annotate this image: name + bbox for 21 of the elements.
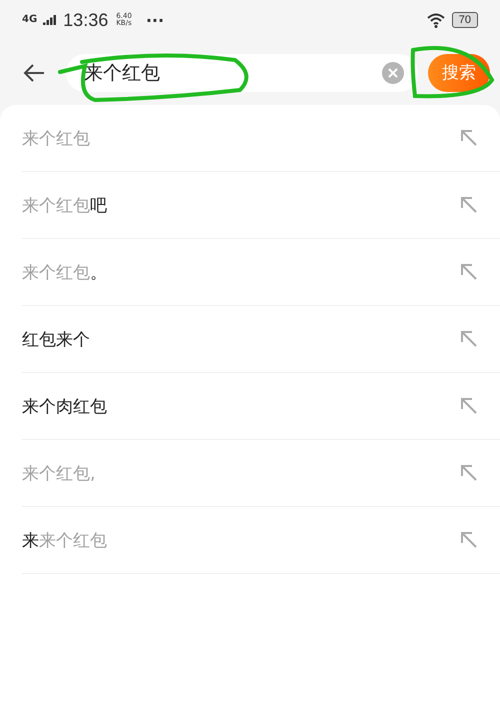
fill-in-arrow-icon — [460, 196, 478, 214]
wifi-icon — [426, 12, 446, 28]
fill-in-arrow-icon — [460, 397, 478, 415]
fill-in-arrow-icon — [460, 464, 478, 482]
more-indicator: ··· — [146, 10, 164, 30]
clock-time: 13:36 — [63, 10, 108, 30]
back-arrow-icon — [22, 62, 46, 82]
clear-icon — [382, 62, 404, 84]
fill-in-arrow-icon — [460, 129, 478, 147]
suggestion-item[interactable]: 来个红包。 — [22, 260, 460, 284]
network-type: 4G — [22, 15, 38, 25]
suggestion-item[interactable]: 来个红包吧 — [22, 194, 460, 216]
suggestion-item[interactable]: 红包来个 — [22, 328, 460, 350]
fill-in-arrow-icon — [460, 531, 478, 549]
suggestion-item[interactable]: 来来个红包 — [22, 528, 460, 552]
fill-in-arrow-icon — [460, 330, 478, 348]
fill-in-arrow-icon — [460, 263, 478, 281]
search-field[interactable]: 来个红包 — [66, 54, 418, 92]
signal-icon — [43, 15, 58, 25]
battery-level: 70 — [452, 12, 478, 28]
suggestion-item[interactable]: 来个肉红包 — [22, 394, 460, 418]
